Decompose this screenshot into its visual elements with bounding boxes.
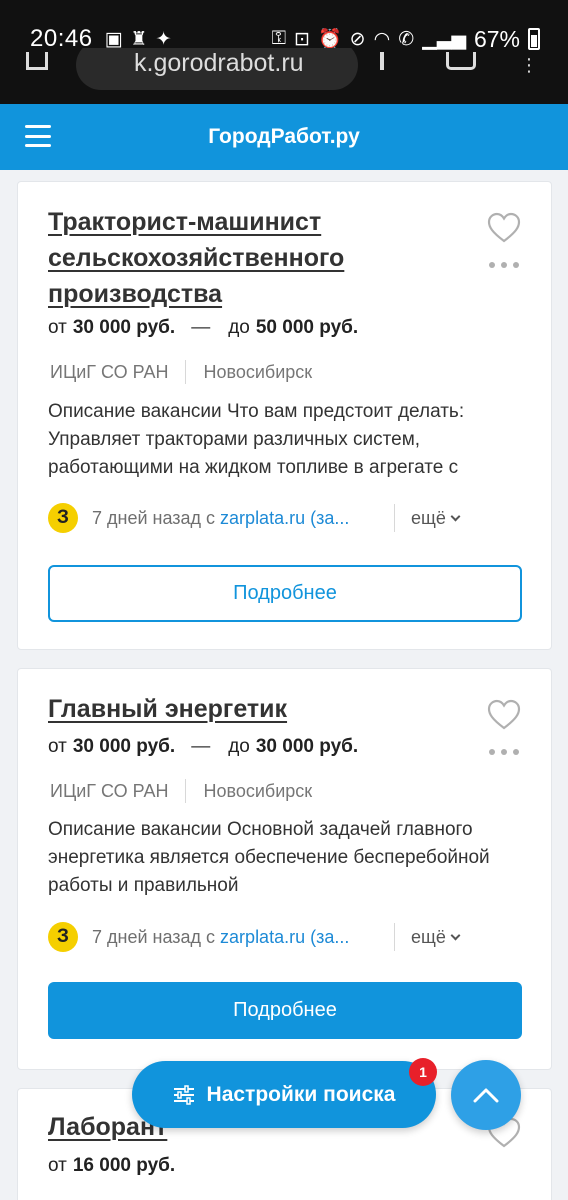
- chevron-down-icon: [450, 930, 461, 940]
- source-text: 7 дней назад с zarplata.ru (за...: [92, 927, 372, 948]
- share-icon[interactable]: [380, 52, 384, 70]
- hamburger-menu-icon[interactable]: [25, 125, 51, 147]
- scroll-to-top-button[interactable]: [451, 1060, 521, 1130]
- favorite-heart-icon[interactable]: [487, 699, 521, 731]
- browser-menu-icon[interactable]: ⋮: [520, 56, 538, 74]
- chevron-down-icon: [450, 511, 461, 521]
- search-settings-label: Настройки поиска: [206, 1082, 396, 1106]
- vacancy-card: Тракторист-машинист сельскохозяйственног…: [17, 181, 552, 650]
- company-row: ИЦиГ СО РАН Новосибирск: [50, 779, 312, 803]
- salary-from: 30 000 руб.: [72, 317, 176, 338]
- more-label: ещё: [411, 926, 446, 947]
- company-name: ИЦиГ СО РАН: [50, 780, 169, 801]
- source-text: 7 дней назад с zarplata.ru (за...: [92, 508, 372, 529]
- salary-dash: —: [191, 736, 211, 757]
- salary-from: 30 000 руб.: [72, 736, 176, 757]
- details-button[interactable]: Подробнее: [48, 982, 522, 1039]
- salary-from-prefix: от: [48, 1155, 67, 1176]
- salary-range: от 30 000 руб. — до 30 000 руб.: [48, 736, 358, 758]
- favorite-heart-icon[interactable]: [487, 212, 521, 244]
- battery-icon: [528, 28, 540, 50]
- vacancy-description: Описание вакансии Основной задачей главн…: [48, 819, 490, 896]
- tabs-icon[interactable]: [446, 52, 476, 70]
- key-icon: ⚿: [271, 28, 287, 49]
- address-bar-url[interactable]: k.gorodrabot.ru: [134, 48, 304, 78]
- filter-sliders-icon: [173, 1084, 194, 1105]
- city-name: Новосибирск: [203, 780, 313, 801]
- divider: [185, 779, 187, 803]
- salary-from-prefix: от: [48, 736, 67, 757]
- salary-to-prefix: до: [228, 317, 250, 338]
- vacancy-title[interactable]: Главный энергетик: [48, 691, 448, 727]
- company-row: ИЦиГ СО РАН Новосибирск: [50, 360, 312, 384]
- vacancy-description: Описание вакансии Что вам предстоит дела…: [48, 401, 465, 478]
- salary-from-prefix: от: [48, 317, 67, 338]
- city-name: Новосибирск: [203, 361, 313, 382]
- zarplata-logo-icon: З: [48, 503, 78, 533]
- salary-to: 50 000 руб.: [255, 317, 359, 338]
- divider: [394, 504, 395, 532]
- zarplata-logo-icon: З: [48, 922, 78, 952]
- search-settings-button[interactable]: Настройки поиска: [132, 1061, 436, 1128]
- salary-range: от 16 000 руб.: [48, 1155, 175, 1177]
- posted-date: 7 дней назад с: [92, 926, 221, 947]
- salary-range: от 30 000 руб. — до 50 000 руб.: [48, 317, 358, 339]
- divider: [185, 360, 187, 384]
- app-header: ГородРабот.ру: [0, 104, 568, 170]
- more-dropdown[interactable]: ещё: [411, 507, 461, 529]
- salary-dash: —: [191, 317, 211, 338]
- source-link[interactable]: zarplata.ru (за...: [220, 508, 349, 528]
- browser-toolbar: k.gorodrabot.ru ⋮: [0, 48, 568, 104]
- vacancy-title[interactable]: Тракторист-машинист сельскохозяйственног…: [48, 204, 448, 312]
- salary-to-prefix: до: [228, 736, 250, 757]
- salary-to: 30 000 руб.: [255, 736, 359, 757]
- salary-from: 16 000 руб.: [72, 1155, 176, 1176]
- more-dropdown[interactable]: ещё: [411, 926, 461, 948]
- source-row: З 7 дней назад с zarplata.ru (за... ещё: [48, 921, 528, 953]
- posted-date: 7 дней назад с: [92, 507, 221, 528]
- chevron-up-icon: [473, 1088, 499, 1103]
- source-link[interactable]: zarplata.ru (за...: [220, 927, 349, 947]
- more-label: ещё: [411, 507, 446, 528]
- more-options-icon[interactable]: [489, 262, 519, 270]
- system-status-bar: 20:46 ▣ ♜ ✦ ⚿ ⊡ ⏰ ⊘ ◠ ✆ ▁▃▅ 67% k.gorodr…: [0, 0, 568, 104]
- divider: [394, 923, 395, 951]
- filter-count-badge: 1: [409, 1058, 437, 1086]
- source-row: З 7 дней назад с zarplata.ru (за... ещё: [48, 502, 528, 534]
- company-name: ИЦиГ СО РАН: [50, 361, 169, 382]
- home-icon[interactable]: [26, 52, 48, 70]
- site-logo[interactable]: ГородРабот.ру: [208, 125, 360, 149]
- vacancy-card: Главный энергетик от 30 000 руб. — до 30…: [17, 668, 552, 1070]
- more-options-icon[interactable]: [489, 749, 519, 757]
- details-button[interactable]: Подробнее: [48, 565, 522, 622]
